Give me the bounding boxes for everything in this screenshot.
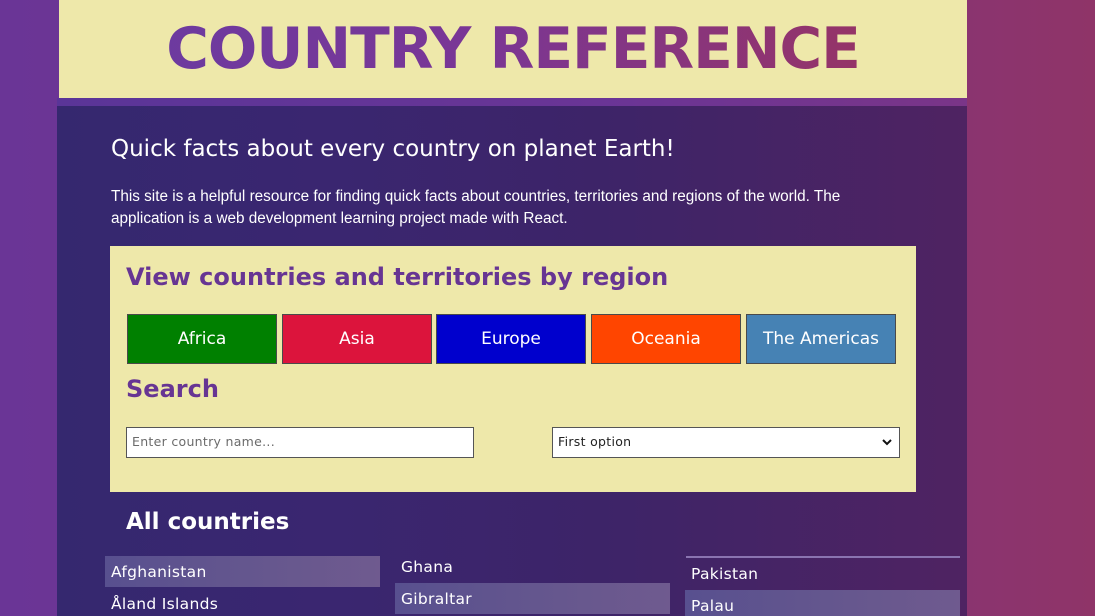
intro-description: This site is a helpful resource for find…	[111, 188, 841, 227]
country-item-gibraltar[interactable]: Gibraltar	[395, 583, 670, 614]
chevron-down-icon	[882, 439, 892, 446]
select-value: First option	[558, 434, 632, 449]
country-item-palau[interactable]: Palau	[685, 590, 960, 616]
search-heading: Search	[126, 375, 219, 403]
country-item-afghanistan[interactable]: Afghanistan	[105, 556, 380, 587]
country-search-input[interactable]: Enter country name...	[126, 427, 474, 458]
region-button-oceania[interactable]: Oceania	[591, 314, 741, 364]
site-title: COUNTRY REFERENCE	[166, 16, 861, 82]
region-button-asia[interactable]: Asia	[282, 314, 432, 364]
region-button-the-americas[interactable]: The Americas	[746, 314, 896, 364]
main-top-border	[57, 98, 967, 106]
country-item-aland-islands[interactable]: Åland Islands	[105, 588, 380, 616]
country-item-ghana[interactable]: Ghana	[395, 551, 670, 582]
site-header: COUNTRY REFERENCE	[59, 0, 967, 98]
region-button-europe[interactable]: Europe	[436, 314, 586, 364]
region-button-africa[interactable]: Africa	[127, 314, 277, 364]
region-heading: View countries and territories by region	[126, 263, 669, 291]
country-item-pakistan[interactable]: Pakistan	[685, 558, 960, 589]
all-countries-heading: All countries	[126, 509, 290, 535]
tagline: Quick facts about every country on plane…	[111, 136, 675, 162]
filter-panel: View countries and territories by region…	[110, 246, 916, 492]
search-select[interactable]: First option	[552, 427, 900, 458]
